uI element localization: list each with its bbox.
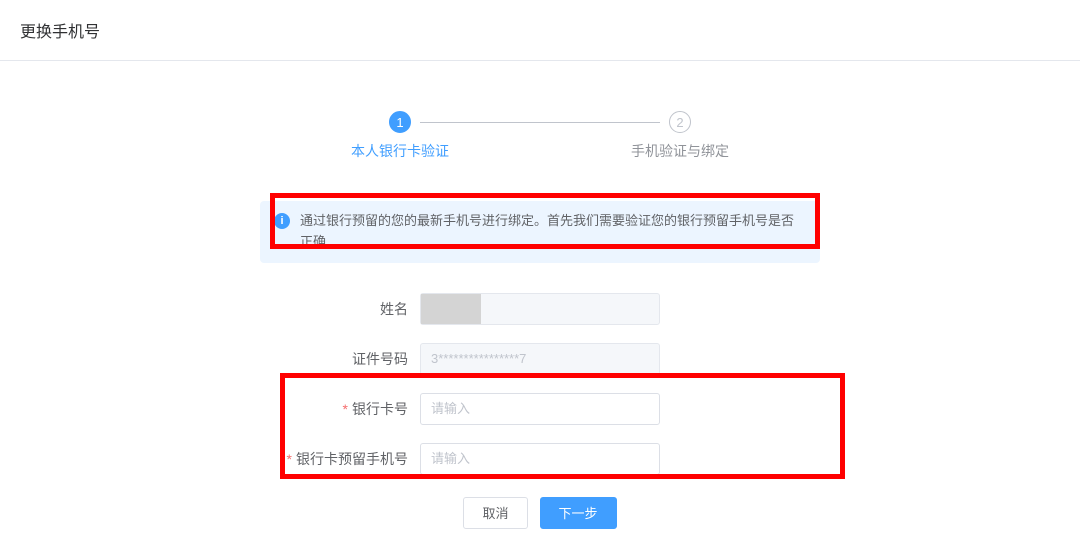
step-2: 2 手机验证与绑定	[540, 111, 820, 161]
cancel-button[interactable]: 取消	[463, 497, 527, 529]
label-id-number: 证件号码	[260, 349, 420, 369]
id-number-value: 3****************7	[420, 343, 660, 375]
label-name: 姓名	[260, 299, 420, 319]
step-1-circle: 1	[389, 111, 411, 133]
content-area: 1 本人银行卡验证 2 手机验证与绑定 i 通过银行预留的您的最新手机号进行绑定…	[0, 61, 1080, 529]
step-1: 1 本人银行卡验证	[260, 111, 540, 161]
form-area: i 通过银行预留的您的最新手机号进行绑定。首先我们需要验证您的银行预留手机号是否…	[260, 201, 820, 529]
label-bank-phone: 银行卡预留手机号	[260, 449, 420, 469]
alert-text: 通过银行预留的您的最新手机号进行绑定。首先我们需要验证您的银行预留手机号是否正确	[300, 211, 806, 253]
id-number-text: 3****************7	[431, 351, 526, 366]
name-mask	[421, 294, 481, 324]
row-name: 姓名	[260, 293, 820, 325]
page-header: 更换手机号	[0, 0, 1080, 61]
next-button[interactable]: 下一步	[540, 497, 617, 529]
step-2-title: 手机验证与绑定	[540, 141, 820, 161]
step-2-circle: 2	[669, 111, 691, 133]
bank-card-input[interactable]	[420, 393, 660, 425]
info-alert: i 通过银行预留的您的最新手机号进行绑定。首先我们需要验证您的银行预留手机号是否…	[260, 201, 820, 263]
bank-phone-input[interactable]	[420, 443, 660, 475]
button-row: 取消 下一步	[260, 497, 820, 529]
row-bank-phone: 银行卡预留手机号	[260, 443, 820, 475]
steps-indicator: 1 本人银行卡验证 2 手机验证与绑定	[260, 111, 820, 161]
step-1-title: 本人银行卡验证	[260, 141, 540, 161]
info-icon: i	[274, 213, 290, 229]
row-bank-card: 银行卡号	[260, 393, 820, 425]
page-title: 更换手机号	[20, 24, 100, 41]
row-id-number: 证件号码 3****************7	[260, 343, 820, 375]
step-connector	[420, 122, 660, 123]
name-value	[420, 293, 660, 325]
label-bank-card: 银行卡号	[260, 399, 420, 419]
